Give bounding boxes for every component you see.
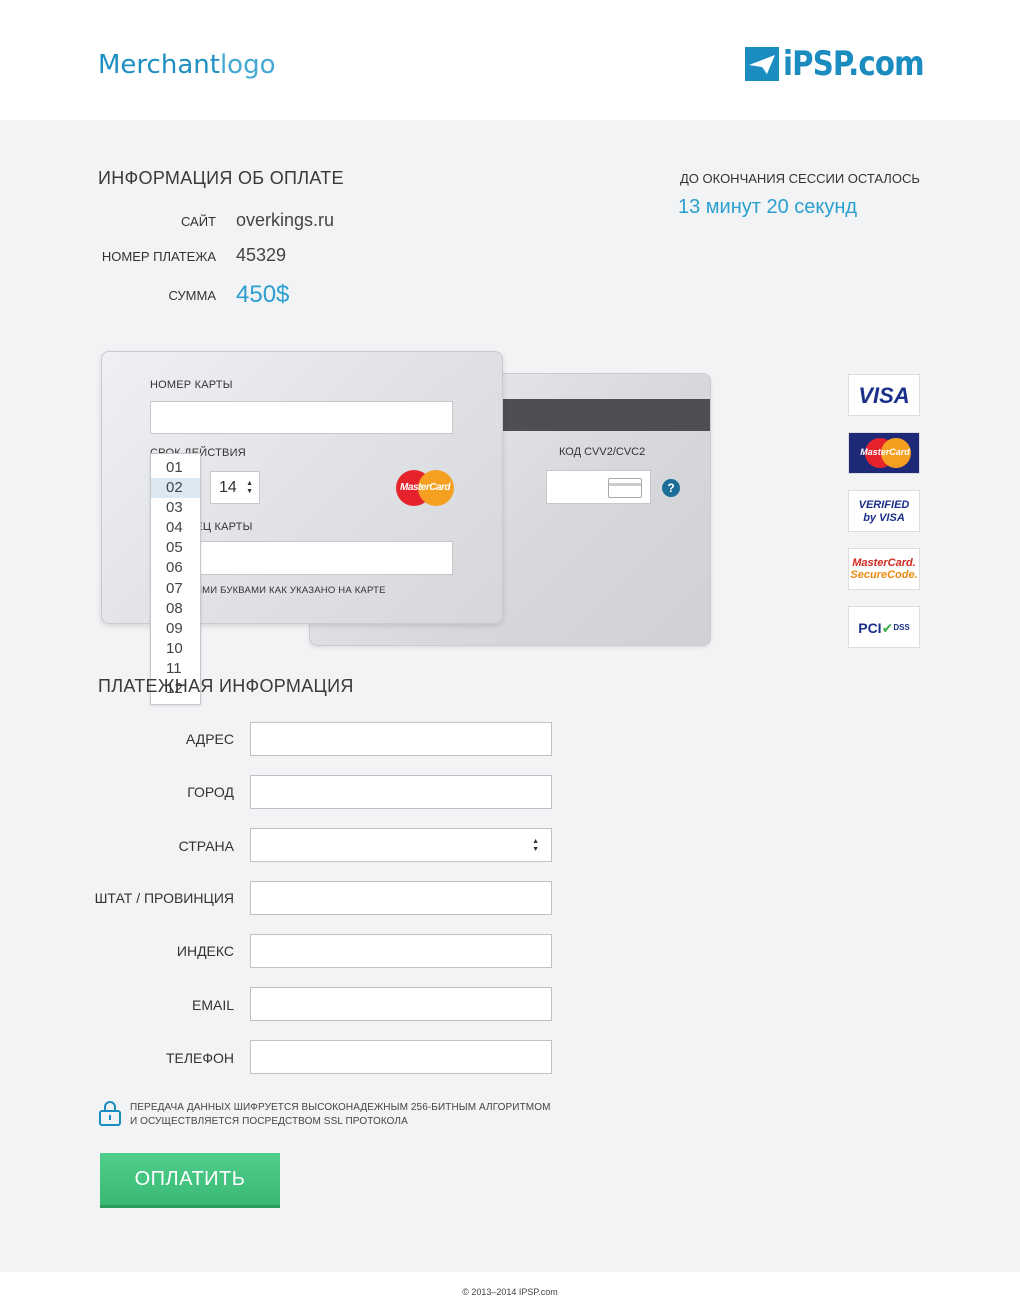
verified-line1: VERIFIED <box>858 499 910 511</box>
month-option[interactable]: 04 <box>151 518 200 538</box>
provider-logo: iPSP.com <box>745 44 947 84</box>
zip-input[interactable] <box>250 934 552 968</box>
pci-dss-badge: PCI✔DSS <box>848 606 920 648</box>
month-option[interactable]: 09 <box>151 619 200 639</box>
expiry-year-value: 14 <box>219 479 237 496</box>
lock-icon <box>99 1100 121 1126</box>
paper-plane-icon <box>745 47 779 81</box>
phone-input[interactable] <box>250 1040 552 1074</box>
security-note: ПЕРЕДАЧА ДАННЫХ ШИФРУЕТСЯ ВЫСОКОНАДЕЖНЫМ… <box>130 1101 551 1129</box>
card-cvv-icon <box>608 478 642 498</box>
merchant-logo-main: Merchant <box>98 50 220 80</box>
site-value: overkings.ru <box>236 210 335 230</box>
month-option-selected[interactable]: 02 <box>151 478 200 499</box>
security-note-line2: И ОСУЩЕСТВЛЯЕТСЯ ПОСРЕДСТВОМ SSL ПРОТОКО… <box>130 1116 408 1127</box>
month-option[interactable]: 06 <box>151 558 200 578</box>
month-option[interactable]: 01 <box>151 458 200 478</box>
verified-line2: by VISA <box>863 512 905 524</box>
card-number-input[interactable] <box>150 401 453 434</box>
mastercard-logo-text: MasterCard <box>399 482 451 493</box>
select-arrows-icon: ▲ ▼ <box>532 838 539 853</box>
mastercard-logo: MasterCard <box>396 470 454 506</box>
mastercard-securecode-badge: MasterCard. SecureCode. <box>848 548 920 590</box>
check-icon: ✔ <box>881 620 894 636</box>
billing-info-title-text: ПЛАТЕЖНАЯ ИНФОРМАЦИЯ <box>98 676 354 696</box>
provider-logo-text: iPSP.com <box>783 44 925 84</box>
amount-value: 450$ <box>236 281 290 308</box>
month-option[interactable]: 10 <box>151 639 200 659</box>
state-label: ШТАТ / ПРОВИНЦИЯ <box>94 890 234 906</box>
payment-number-value: 45329 <box>236 245 287 265</box>
cvv-label: КОД CVV2/CVC2 <box>559 446 646 458</box>
email-label: EMAIL <box>191 997 234 1013</box>
mastercard-badge-text: MasterCard <box>860 447 910 457</box>
month-option[interactable]: 03 <box>151 498 200 518</box>
expiry-month-dropdown[interactable]: 01 02 03 04 05 06 07 08 09 10 11 12 <box>150 453 201 705</box>
country-select[interactable]: ▲ ▼ <box>250 828 552 862</box>
amount-label: СУММА <box>168 288 216 303</box>
footer: © 2013–2014 IPSP.com <box>0 1272 1020 1307</box>
merchant-logo-light: logo <box>219 50 276 80</box>
site-label: САЙТ <box>180 214 216 229</box>
month-option[interactable]: 07 <box>151 579 200 599</box>
address-label: АДРЕС <box>185 731 234 747</box>
header: Merchantlogo iPSP.com <box>0 0 1020 120</box>
month-option[interactable]: 05 <box>151 538 200 558</box>
select-arrows-icon: ▲ ▼ <box>246 480 253 495</box>
state-input[interactable] <box>250 881 552 915</box>
payment-number-label: НОМЕР ПЛАТЕЖА <box>101 249 216 264</box>
card-number-label: НОМЕР КАРТЫ <box>150 379 233 391</box>
session-label: ДО ОКОНЧАНИЯ СЕССИИ ОСТАЛОСЬ <box>680 171 920 186</box>
pay-button[interactable]: ОПЛАТИТЬ <box>100 1153 280 1208</box>
email-input[interactable] <box>250 987 552 1021</box>
address-input[interactable] <box>250 722 552 756</box>
payment-info-title: ИНФОРМАЦИЯ ОБ ОПЛАТЕ <box>98 168 344 188</box>
cvv-input[interactable] <box>546 470 651 504</box>
footer-copyright: © 2013–2014 IPSP.com <box>462 1287 558 1297</box>
verified-by-visa-badge: VERIFIED by VISA <box>848 490 920 532</box>
expiry-year-select[interactable]: 14 ▲ ▼ <box>210 471 260 504</box>
securecode-line1: MasterCard. <box>852 557 916 569</box>
month-option[interactable]: 08 <box>151 599 200 619</box>
mastercard-badge: MasterCard <box>848 432 920 474</box>
city-input[interactable] <box>250 775 552 809</box>
visa-badge: VISA <box>848 374 920 416</box>
payment-badges: VISA MasterCard VERIFIED by VISA MasterC… <box>848 374 920 664</box>
merchant-logo: Merchantlogo <box>98 50 275 80</box>
security-note-line1: ПЕРЕДАЧА ДАННЫХ ШИФРУЕТСЯ ВЫСОКОНАДЕЖНЫМ… <box>130 1102 551 1113</box>
city-label: ГОРОД <box>187 784 234 800</box>
pci-text: PCI <box>858 620 882 636</box>
dss-text: DSS <box>893 623 910 632</box>
phone-label: ТЕЛЕФОН <box>165 1050 234 1066</box>
zip-label: ИНДЕКС <box>176 943 234 959</box>
help-icon[interactable]: ? <box>662 479 680 497</box>
session-timer: 13 минут 20 секунд <box>678 196 858 218</box>
country-label: СТРАНА <box>178 838 234 854</box>
securecode-line2: SecureCode. <box>850 569 918 581</box>
